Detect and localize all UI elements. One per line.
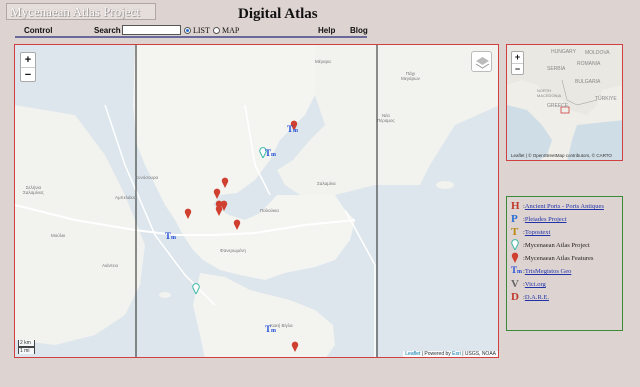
zoom-out-button[interactable]: − — [21, 67, 35, 81]
search-label: Search — [94, 26, 121, 35]
legend-link[interactable]: Vici.org — [525, 281, 546, 288]
minimap-tiles: HUNGARY MOLDOVA ROMANIA SERBIA BULGARIA … — [507, 45, 622, 160]
map-tiles — [15, 45, 498, 357]
feature-pin[interactable] — [233, 219, 241, 230]
map-view-radio[interactable] — [213, 27, 220, 34]
vici-icon: V — [511, 278, 519, 290]
help-link[interactable]: Help — [318, 26, 335, 35]
minimap-zoom-in-button[interactable]: + — [512, 52, 523, 63]
page-title: Digital Atlas — [238, 6, 318, 22]
place-label: Σαλαμίνα — [317, 181, 336, 186]
legend-item-dare[interactable]: D : D.A.R.E. — [511, 291, 618, 304]
minimap-attribution: Leaflet | © OpenStreetMap contributors, … — [511, 153, 612, 158]
dare-icon: D — [511, 291, 519, 303]
legend-item-vici[interactable]: V : Vici.org — [511, 278, 618, 291]
legend-link[interactable]: TrisMegistos Geo — [525, 268, 572, 275]
mycenaean-atlas-project-icon — [511, 238, 523, 253]
map-view-label: MAP — [222, 26, 240, 35]
ancient-ports-icon: H — [511, 200, 520, 212]
legend-text: Mycenaean Atlas Features — [524, 255, 594, 262]
svg-text:SERBIA: SERBIA — [547, 66, 566, 72]
svg-text:BULGARIA: BULGARIA — [575, 79, 601, 85]
map-zoom-control: + − — [20, 52, 36, 82]
legend-link[interactable]: Pleiades Project — [525, 216, 567, 223]
svg-text:GREECE: GREECE — [547, 103, 569, 109]
legend-link[interactable]: Topostext — [525, 229, 551, 236]
blog-link[interactable]: Blog — [350, 26, 368, 35]
place-label: Μούλκι — [51, 233, 66, 238]
svg-text:MOLDOVA: MOLDOVA — [585, 50, 610, 56]
legend-item-mycenaean-atlas-features: : Mycenaean Atlas Features — [511, 252, 618, 265]
layers-icon[interactable] — [471, 51, 492, 72]
list-view-radio[interactable] — [184, 27, 191, 34]
map-scale: 2 km 1 mi — [18, 340, 35, 354]
legend-item-ancient-ports[interactable]: H : Ancient Ports - Ports Antiques — [511, 200, 618, 213]
menu-bar: Control Search LIST MAP Help Blog — [15, 25, 368, 38]
trismegistos-marker[interactable]: Tm — [265, 149, 276, 160]
trismegistos-icon: Tm — [511, 265, 523, 275]
legend-item-topostext[interactable]: T : Topostext — [511, 226, 618, 239]
legend-item-pleiades[interactable]: P : Pleiades Project — [511, 213, 618, 226]
feature-pin[interactable] — [215, 205, 223, 216]
site-logo[interactable]: Mycenaean Atlas Project — [6, 3, 156, 20]
minimap-zoom-control: + − — [511, 51, 524, 75]
trismegistos-marker[interactable]: Tm — [165, 232, 176, 243]
mycenaean-atlas-pin[interactable] — [192, 283, 200, 294]
trismegistos-marker[interactable]: Tm — [265, 325, 276, 336]
feature-pin[interactable] — [184, 208, 192, 219]
minimap-zoom-out-button[interactable]: − — [512, 63, 523, 74]
zoom-in-button[interactable]: + — [21, 53, 35, 67]
pleiades-icon: P — [511, 213, 518, 225]
place-label: Αιάντειο — [102, 263, 119, 268]
place-label: Πάχι Μεγάρων — [401, 71, 420, 81]
legend-item-trismegistos[interactable]: Tm : TrisMegistos Geo — [511, 265, 618, 278]
svg-text:TÜRKIYE: TÜRKIYE — [595, 95, 617, 102]
place-label: Μέγαρα — [315, 59, 331, 64]
place-label: Νέα Πέραμος — [377, 113, 395, 123]
legend-text: Mycenaean Atlas Project — [524, 242, 590, 249]
place-label: Παλούκια — [260, 208, 279, 213]
trismegistos-marker[interactable]: Tm — [287, 125, 298, 136]
svg-text:ROMANIA: ROMANIA — [577, 61, 601, 67]
esri-link[interactable]: Esri — [452, 351, 461, 357]
feature-pin[interactable] — [291, 341, 299, 352]
place-label: Σελήνια Σαλαμίνας — [23, 185, 44, 195]
topostext-icon: T — [511, 226, 519, 238]
legend-link[interactable]: Ancient Ports - Ports Antiques — [525, 203, 604, 210]
map-attribution: Leaflet | Powered by Esri | USGS, NOAA — [403, 351, 498, 357]
feature-pin[interactable] — [221, 177, 229, 188]
legend-item-mycenaean-atlas-project: : Mycenaean Atlas Project — [511, 238, 618, 253]
leaflet-link[interactable]: Leaflet — [405, 351, 420, 357]
legend-link[interactable]: D.A.R.E. — [525, 294, 549, 301]
svg-text:HUNGARY: HUNGARY — [551, 49, 577, 55]
list-view-label: LIST — [193, 26, 210, 35]
overview-minimap[interactable]: HUNGARY MOLDOVA ROMANIA SERBIA BULGARIA … — [506, 44, 623, 161]
search-input[interactable] — [122, 25, 181, 35]
place-label: Αμπελάκια — [115, 195, 137, 200]
place-label: Κυνόσουρα — [135, 175, 159, 180]
mycenaean-atlas-features-icon — [511, 252, 523, 266]
svg-text:MACEDONIA: MACEDONIA — [537, 93, 562, 98]
feature-pin[interactable] — [213, 188, 221, 199]
control-menu[interactable]: Control — [24, 26, 52, 35]
place-label: Φανερωμένη — [220, 248, 246, 253]
legend-panel: H : Ancient Ports - Ports Antiques P : P… — [506, 196, 623, 331]
main-map[interactable]: Μέγαρα Πάχι Μεγάρων Νέα Πέραμος Σαλαμίνα Σ… — [14, 44, 499, 358]
